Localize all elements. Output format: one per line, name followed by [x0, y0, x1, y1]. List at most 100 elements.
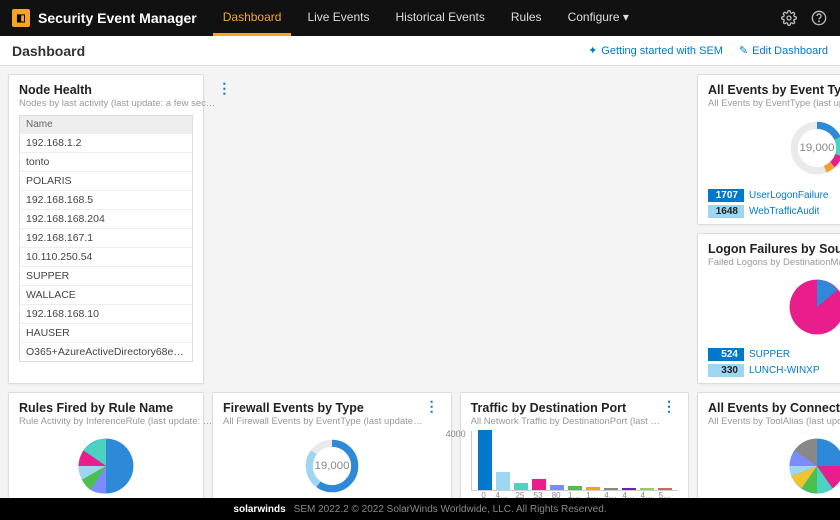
bar	[622, 488, 636, 490]
xtick: 5…	[658, 491, 672, 498]
xtick: 0	[477, 491, 491, 498]
list-item[interactable]: SUPPER	[20, 266, 192, 285]
widget-event-type: All Events by Event TypeAll Events by Ev…	[697, 74, 840, 225]
pie-chart	[70, 430, 142, 498]
widget-title: Traffic by Destination Port	[471, 401, 660, 415]
legend-value: 524	[708, 348, 744, 361]
nav-rules[interactable]: Rules	[501, 0, 552, 36]
widget-menu-icon[interactable]: ⋮	[423, 401, 441, 411]
xtick: 80	[549, 491, 563, 498]
getting-started-link[interactable]: ✦Getting started with SEM	[588, 44, 723, 57]
list-item[interactable]: WALLACE	[20, 285, 192, 304]
widget-title: Rules Fired by Rule Name	[19, 401, 212, 415]
bar	[532, 479, 546, 490]
legend-row: 330 LUNCH-WINXP	[708, 364, 840, 377]
nav-configure[interactable]: Configure ▾	[558, 0, 639, 36]
footer: solarwinds SEM 2022.2 © 2022 SolarWinds …	[0, 498, 840, 520]
pie-chart	[781, 271, 840, 343]
bar	[478, 430, 492, 490]
widget-firewall: Firewall Events by TypeAll Firewall Even…	[212, 392, 452, 498]
legend-value: 1707	[708, 189, 744, 202]
bar	[658, 488, 672, 490]
xtick: 4…	[622, 491, 636, 498]
list-item[interactable]: 192.168.1.2	[20, 133, 192, 152]
nav-live-events[interactable]: Live Events	[297, 0, 379, 36]
nav-historical-events[interactable]: Historical Events	[386, 0, 495, 36]
xtick: 1…	[567, 491, 581, 498]
xtick: 25	[513, 491, 527, 498]
widget-menu-icon[interactable]: ⋮	[660, 401, 678, 411]
widget-connector: All Events by Connector NameAll Events b…	[697, 392, 840, 498]
legend-label[interactable]: UserLogonFailure	[749, 190, 829, 201]
vbar-chart: 4000	[471, 431, 678, 491]
widget-logon-failures-machine: Logon Failures by Source Ma…Failed Logon…	[697, 233, 840, 384]
legend-row: 1707 UserLogonFailure	[708, 189, 840, 202]
widget-title: Logon Failures by Source Ma…	[708, 242, 840, 256]
widget-subtitle: All Events by EventType (last update: a …	[708, 98, 840, 109]
widget-title: All Events by Event Type	[708, 83, 840, 97]
topbar: ◧ Security Event Manager Dashboard Live …	[0, 0, 840, 36]
brand: ◧ Security Event Manager	[12, 9, 197, 27]
list-item[interactable]: O365+AzureActiveDirectory68e6b8d8-5793…	[20, 342, 192, 361]
xtick: 4…	[495, 491, 509, 498]
legend-value: 330	[708, 364, 744, 377]
legend-value: 1648	[708, 205, 744, 218]
widget-subtitle: All Network Traffic by DestinationPort (…	[471, 416, 660, 427]
page-title: Dashboard	[12, 43, 85, 59]
primary-nav: Dashboard Live Events Historical Events …	[213, 0, 639, 36]
edit-dashboard-link[interactable]: ✎Edit Dashboard	[739, 44, 828, 57]
xtick: 1…	[585, 491, 599, 498]
widget-title: Node Health	[19, 83, 215, 97]
product-name: Security Event Manager	[38, 10, 197, 26]
ytick: 4000	[446, 429, 466, 439]
svg-text:19,000: 19,000	[799, 142, 834, 154]
widget-title: All Events by Connector Name	[708, 401, 840, 415]
legend-label[interactable]: LUNCH-WINXP	[749, 365, 820, 376]
footer-brand: solarwinds	[233, 504, 285, 515]
list-item[interactable]: 192.168.167.1	[20, 228, 192, 247]
legend-row: 1648 WebTrafficAudit	[708, 205, 840, 218]
list-item[interactable]: 192.168.168.5	[20, 190, 192, 209]
topbar-actions	[780, 9, 828, 27]
bar	[604, 488, 618, 490]
widget-subtitle: Failed Logons by DestinationMachine (las…	[708, 257, 840, 268]
bar	[514, 483, 528, 490]
widget-title: Firewall Events by Type	[223, 401, 423, 415]
bar	[550, 485, 564, 490]
brand-icon: ◧	[12, 9, 30, 27]
list-item[interactable]: 192.168.168.204	[20, 209, 192, 228]
bar	[496, 472, 510, 490]
legend-label[interactable]: WebTrafficAudit	[749, 206, 819, 217]
help-icon[interactable]	[810, 9, 828, 27]
node-list: Name 192.168.1.2tontoPOLARIS192.168.168.…	[19, 115, 193, 362]
widget-subtitle: All Firewall Events by EventType (last u…	[223, 416, 423, 427]
dashboard-grid: Node Health Nodes by last activity (last…	[0, 66, 840, 498]
list-item[interactable]: 192.168.168.10	[20, 304, 192, 323]
list-item[interactable]: HAUSER	[20, 323, 192, 342]
widget-traffic-port: Traffic by Destination PortAll Network T…	[460, 392, 689, 498]
widget-rules-fired: Rules Fired by Rule NameRule Activity by…	[8, 392, 204, 498]
wand-icon: ✦	[588, 44, 597, 57]
widget-subtitle: Rule Activity by InferenceRule (last upd…	[19, 416, 212, 427]
donut-chart: 19,000	[302, 436, 362, 496]
pie-chart	[781, 430, 840, 498]
legend-label[interactable]: SUPPER	[749, 349, 790, 360]
xtick: 53	[531, 491, 545, 498]
bar	[568, 486, 582, 490]
widget-menu-icon[interactable]: ⋮	[215, 83, 233, 93]
list-item[interactable]: 10.110.250.54	[20, 247, 192, 266]
widget-subtitle: Nodes by last activity (last update: a f…	[19, 98, 215, 109]
widget-node-health: Node Health Nodes by last activity (last…	[8, 74, 204, 384]
subheader: Dashboard ✦Getting started with SEM ✎Edi…	[0, 36, 840, 66]
svg-text:19,000: 19,000	[314, 460, 349, 472]
xtick: 4…	[603, 491, 617, 498]
nav-dashboard[interactable]: Dashboard	[213, 0, 292, 36]
gear-icon[interactable]	[780, 9, 798, 27]
list-item[interactable]: tonto	[20, 152, 192, 171]
bar	[640, 488, 654, 490]
legend-row: 524 SUPPER	[708, 348, 840, 361]
pencil-icon: ✎	[739, 44, 748, 57]
xtick: 4…	[640, 491, 654, 498]
column-header-name: Name	[20, 116, 192, 133]
list-item[interactable]: POLARIS	[20, 171, 192, 190]
